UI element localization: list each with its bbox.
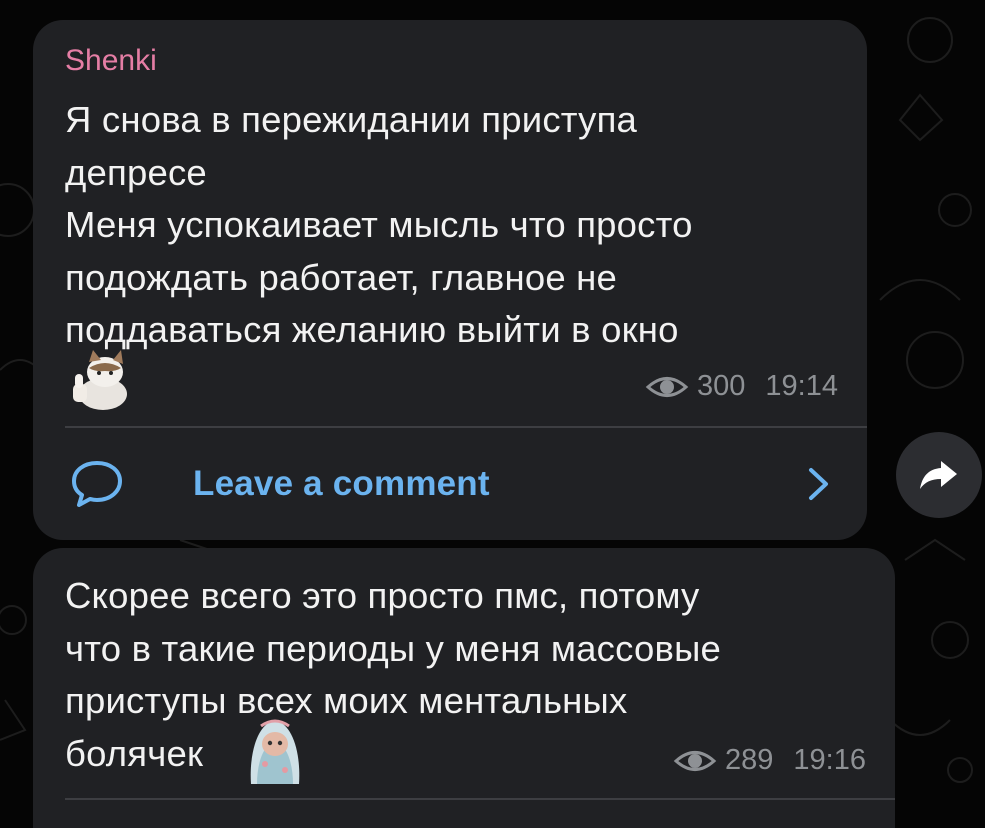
share-arrow-icon bbox=[920, 461, 957, 489]
message-time: 19:14 bbox=[765, 370, 838, 402]
leave-comment-button[interactable]: Leave a comment bbox=[65, 428, 867, 540]
cat-thumbs-up-sticker[interactable] bbox=[69, 348, 129, 412]
message-text: Я снова в пережидании приступа депресе М… bbox=[65, 99, 693, 350]
view-count: 300 bbox=[697, 370, 746, 402]
leave-comment-label: Leave a comment bbox=[193, 464, 490, 503]
share-button[interactable] bbox=[896, 432, 982, 518]
cat-blanket-sticker[interactable] bbox=[243, 714, 307, 784]
sender-name[interactable]: Shenki bbox=[65, 44, 157, 78]
eye-icon bbox=[673, 750, 717, 771]
divider bbox=[65, 798, 895, 800]
message-meta: 289 19:16 bbox=[673, 744, 866, 777]
speech-bubble-icon bbox=[72, 461, 122, 507]
message-time: 19:16 bbox=[793, 744, 866, 776]
eye-icon bbox=[645, 376, 689, 397]
message-bubble: Скорее всего это просто пмс, потому что … bbox=[33, 548, 895, 828]
view-count: 289 bbox=[725, 744, 774, 776]
message-meta: 300 19:14 bbox=[645, 370, 838, 403]
chevron-right-icon bbox=[809, 468, 828, 500]
message-bubble: Shenki Я снова в пережидании приступа де… bbox=[33, 20, 867, 540]
